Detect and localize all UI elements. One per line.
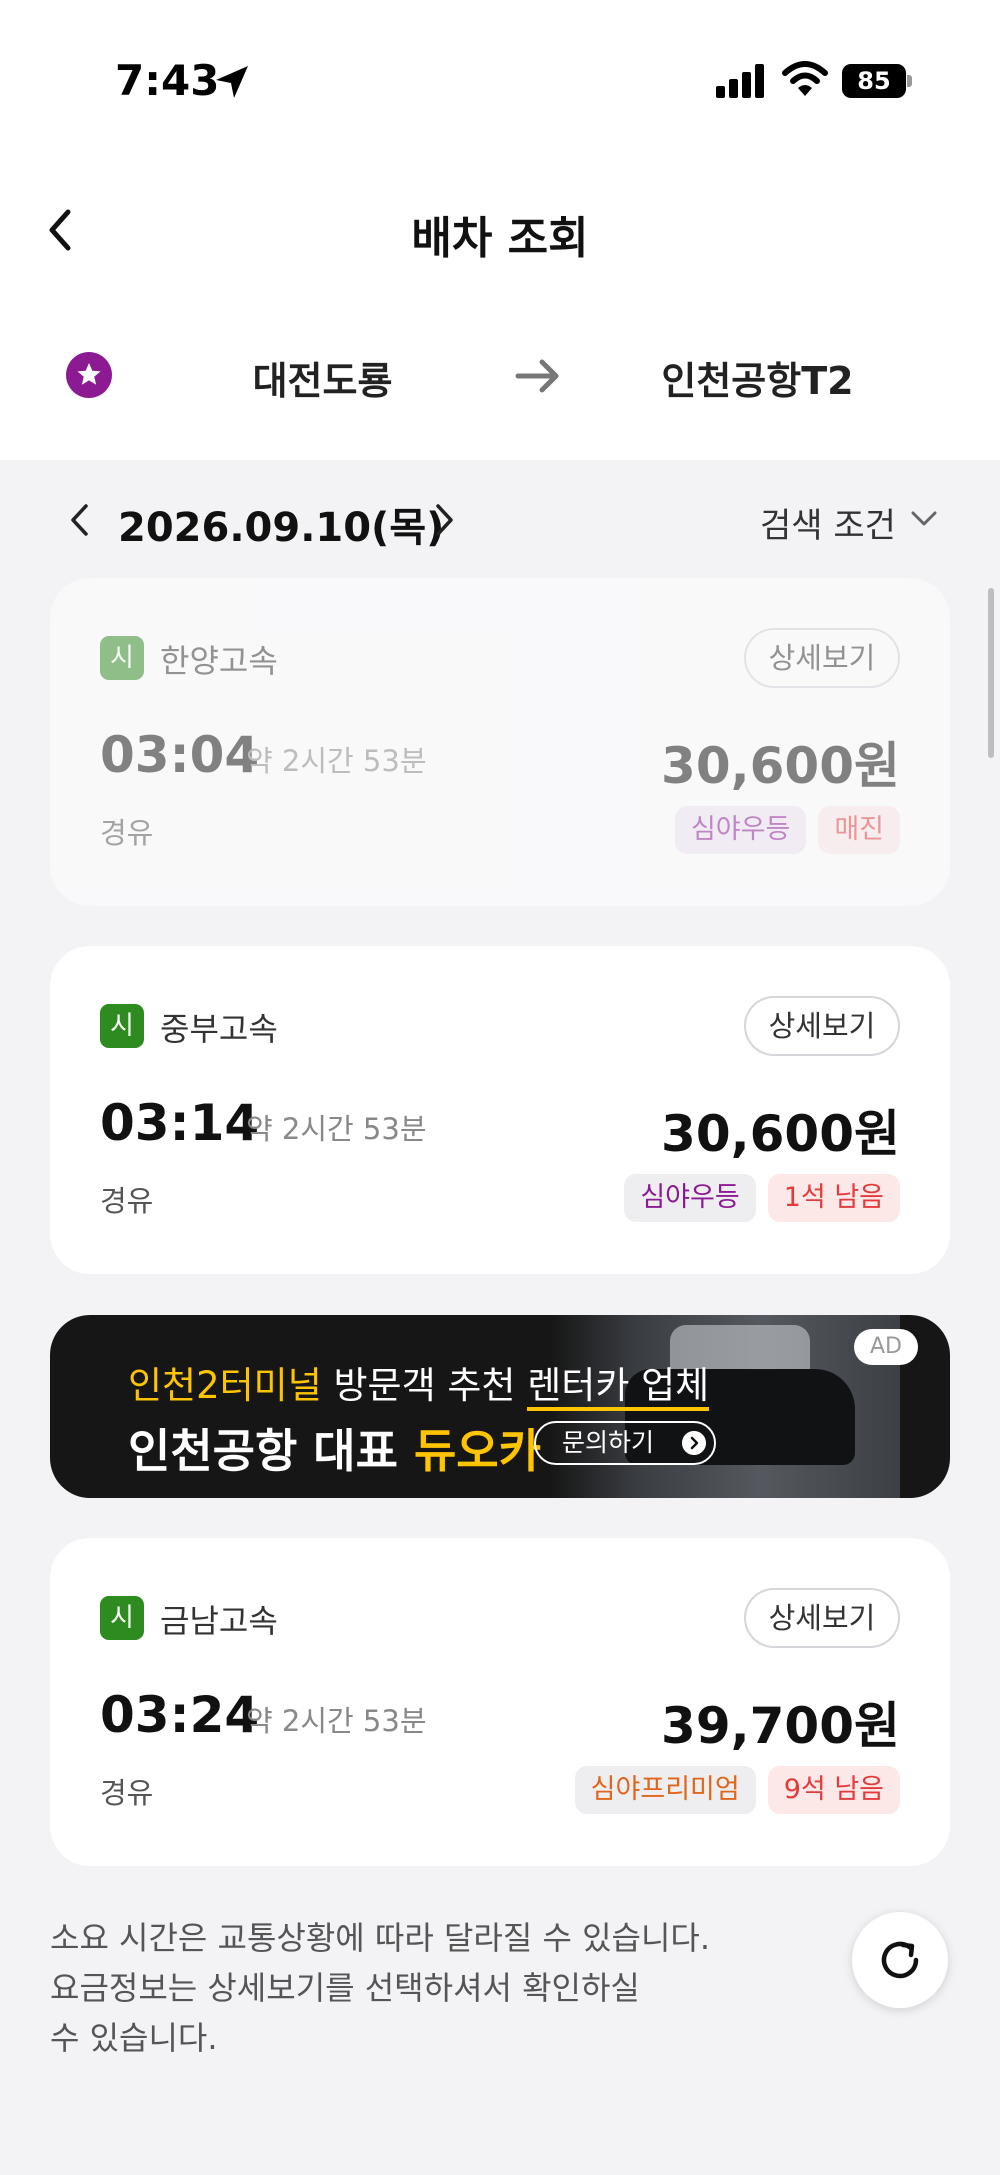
duration: 약 2시간 53분 xyxy=(246,744,427,778)
date-label: 2026.09.10(목) xyxy=(118,505,445,551)
departure-time: 03:14 xyxy=(100,1094,260,1152)
bus-schedule-card[interactable]: 시 금남고속 상세보기 03:24 약 2시간 53분 경유 39,700원 심… xyxy=(50,1538,950,1866)
ad-headline-mid: 방문객 추천 xyxy=(321,1364,528,1407)
status-bar: 7:43 85 xyxy=(0,0,1000,160)
chevron-right-icon[interactable] xyxy=(430,500,460,540)
ad-brand: 듀오카 xyxy=(413,1424,541,1478)
battery-level: 85 xyxy=(857,67,891,95)
header: 배차 조회 대전도룡 인천공항T2 xyxy=(0,160,1000,460)
duration: 약 2시간 53분 xyxy=(246,1112,427,1146)
departure-time: 03:04 xyxy=(100,726,260,784)
bus-schedule-card[interactable]: 시 중부고속 상세보기 03:14 약 2시간 53분 경유 30,600원 심… xyxy=(50,946,950,1274)
signal-icon xyxy=(716,64,764,98)
wifi-icon xyxy=(782,61,828,96)
search-filter-label: 검색 조건 xyxy=(760,506,896,546)
favorite-badge[interactable] xyxy=(66,352,112,398)
notice-line: 수 있습니다. xyxy=(50,2019,218,2057)
star-icon xyxy=(77,363,101,385)
ad-subheadline: 인천공항 대표 듀오카 xyxy=(128,1415,541,1481)
bus-schedule-card[interactable]: 시 한양고속 상세보기 03:04 약 2시간 53분 경유 30,600원 심… xyxy=(50,578,950,906)
travel-time-notice: 소요 시간은 교통상황에 따라 달라질 수 있습니다. 요금정보는 상세보기를 … xyxy=(50,1913,810,2063)
grade-tag: 심야우등 xyxy=(624,1174,756,1222)
refresh-button[interactable] xyxy=(852,1912,948,2008)
scrollbar[interactable] xyxy=(988,588,994,758)
ad-badge: AD xyxy=(854,1329,918,1365)
ad-subheadline-start: 인천공항 대표 xyxy=(128,1424,414,1478)
chevron-down-icon xyxy=(911,511,937,526)
ad-inquiry-label: 문의하기 xyxy=(562,1428,655,1457)
detail-button[interactable]: 상세보기 xyxy=(744,996,900,1056)
fare-price: 39,700원 xyxy=(661,1697,900,1755)
page-title: 배차 조회 xyxy=(411,213,589,264)
refresh-icon xyxy=(881,1941,919,1979)
chevron-left-icon[interactable] xyxy=(64,500,94,540)
arrow-right-icon xyxy=(515,359,559,393)
tag-list: 심야우등 1석 남음 xyxy=(624,1174,900,1222)
notice-line: 요금정보는 상세보기를 선택하셔서 확인하실 xyxy=(50,1969,640,2007)
via-label: 경유 xyxy=(100,1184,154,1218)
grade-tag: 심야프리미엄 xyxy=(574,1766,756,1814)
fare-price: 30,600원 xyxy=(661,737,900,795)
location-arrow-icon xyxy=(216,66,248,98)
route-origin[interactable]: 대전도룡 xyxy=(180,350,465,405)
operator-badge: 시 xyxy=(100,636,144,680)
detail-button[interactable]: 상세보기 xyxy=(744,1588,900,1648)
fare-price: 30,600원 xyxy=(661,1105,900,1163)
operator-name: 한양고속 xyxy=(160,642,278,680)
operator-name: 금남고속 xyxy=(160,1602,278,1640)
battery-icon: 85 xyxy=(842,64,912,98)
operator-badge: 시 xyxy=(100,1004,144,1048)
search-filter-button[interactable]: 검색 조건 xyxy=(760,496,940,546)
duration: 약 2시간 53분 xyxy=(246,1704,427,1738)
detail-button[interactable]: 상세보기 xyxy=(744,628,900,688)
seat-status-tag: 9석 남음 xyxy=(767,1766,900,1814)
status-time: 7:43 xyxy=(115,56,220,105)
ad-headline-highlight: 인천2터미널 xyxy=(128,1364,322,1407)
seat-status-tag: 1석 남음 xyxy=(767,1174,900,1222)
via-label: 경유 xyxy=(100,1776,154,1810)
ad-banner[interactable]: 인천2터미널 방문객 추천 렌터카 업체 인천공항 대표 듀오카 문의하기 AD xyxy=(50,1315,950,1498)
ad-inquiry-button[interactable]: 문의하기 xyxy=(534,1421,716,1465)
route-destination[interactable]: 인천공항T2 xyxy=(605,350,910,405)
ad-headline-end: 렌터카 업체 xyxy=(527,1364,710,1411)
ad-headline: 인천2터미널 방문객 추천 렌터카 업체 xyxy=(128,1355,710,1411)
operator-badge: 시 xyxy=(100,1596,144,1640)
operator-name: 중부고속 xyxy=(160,1010,278,1048)
tag-list: 심야우등 매진 xyxy=(674,806,900,854)
departure-time: 03:24 xyxy=(100,1686,260,1744)
seat-status-tag: 매진 xyxy=(818,806,900,854)
via-label: 경유 xyxy=(100,816,154,850)
tag-list: 심야프리미엄 9석 남음 xyxy=(574,1766,900,1814)
grade-tag: 심야우등 xyxy=(674,806,807,854)
notice-line: 소요 시간은 교통상황에 따라 달라질 수 있습니다. xyxy=(50,1919,711,1957)
chevron-right-circle-icon xyxy=(682,1431,706,1455)
